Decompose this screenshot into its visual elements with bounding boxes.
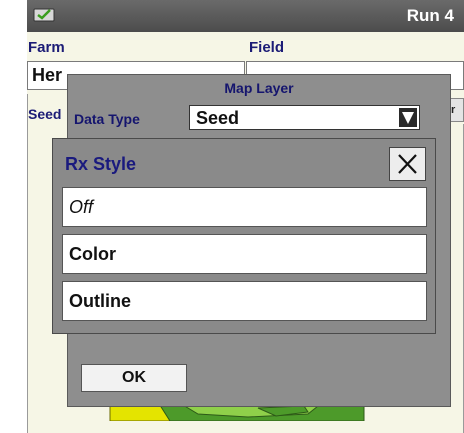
rx-style-title: Rx Style: [65, 154, 137, 174]
data-type-value: Seed: [196, 108, 240, 128]
title-bar: Run 4: [27, 0, 464, 32]
rx-style-dialog: Rx Style Off Color Outline: [52, 138, 436, 334]
option-outline[interactable]: Outline: [62, 281, 427, 321]
data-type-label: Data Type: [74, 111, 140, 127]
farm-label: Farm: [28, 39, 65, 56]
map-layer-title: Map Layer: [224, 80, 294, 96]
close-button[interactable]: [389, 147, 426, 181]
divider: [27, 94, 28, 433]
dropdown-arrow-icon[interactable]: [399, 108, 417, 127]
ok-button[interactable]: OK: [81, 364, 187, 392]
data-type-select[interactable]: Seed: [189, 105, 420, 130]
option-color[interactable]: Color: [62, 234, 427, 274]
seed-label: Seed: [28, 106, 62, 122]
monitor-check-icon: [33, 6, 55, 22]
close-icon: [398, 154, 417, 174]
run-label: Run 4: [406, 6, 454, 25]
field-label: Field: [249, 39, 285, 56]
option-off[interactable]: Off: [62, 187, 427, 227]
